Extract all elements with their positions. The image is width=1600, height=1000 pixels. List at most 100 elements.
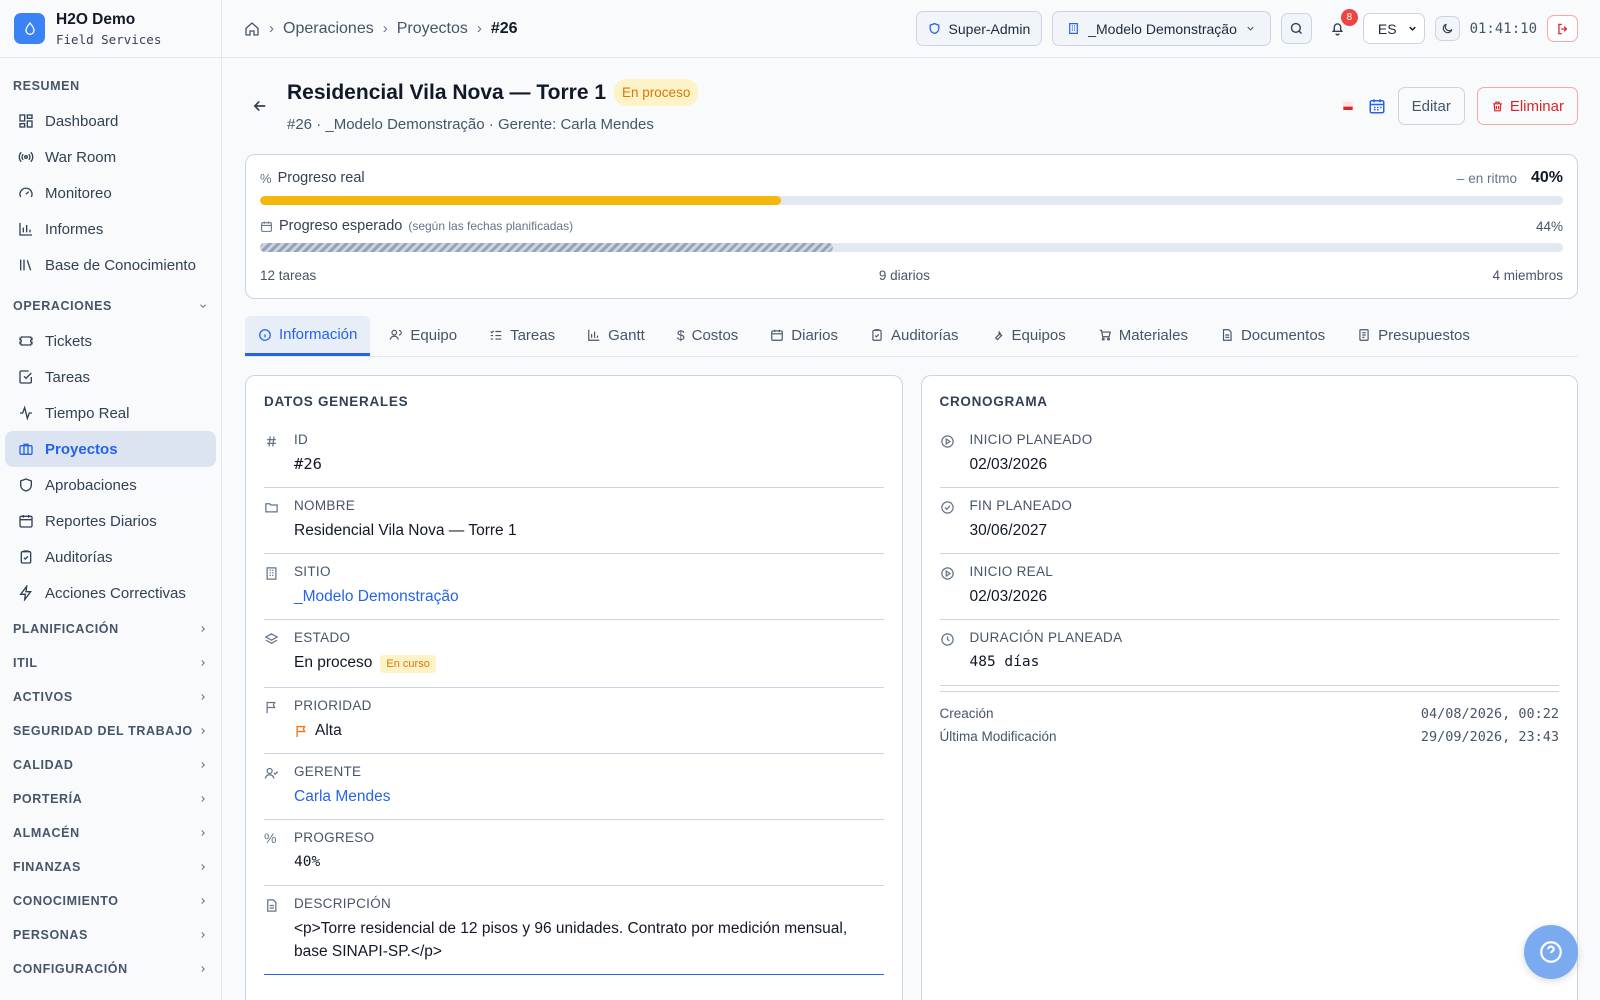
tab-presupuestos[interactable]: Presupuestos: [1344, 316, 1483, 356]
tab-costos[interactable]: $ Costos: [664, 316, 751, 356]
group-finanzas[interactable]: FINANZAS: [0, 850, 221, 884]
field-value: Residencial Vila Nova — Torre 1: [294, 522, 517, 539]
layers-icon: [264, 633, 279, 644]
sidebar-item-tareas[interactable]: Tareas: [5, 359, 216, 395]
tab-gantt[interactable]: Gantt: [574, 316, 658, 356]
chevron-right-icon: [201, 932, 205, 938]
site-link[interactable]: _Modelo Demonstração: [294, 585, 459, 608]
sidebar-item-war-room[interactable]: War Room: [5, 139, 216, 175]
search-button[interactable]: [1280, 13, 1312, 44]
sidebar-item-acciones-correctivas[interactable]: Acciones Correctivas: [5, 575, 216, 611]
flag-icon: [296, 725, 306, 738]
sidebar-item-dashboard[interactable]: Dashboard: [5, 103, 216, 139]
help-button[interactable]: [1524, 925, 1578, 979]
field-label: PROGRESO: [294, 830, 375, 845]
group-label: CALIDAD: [13, 758, 74, 772]
general-data-panel: DATOS GENERALES ID #26 NOMBRE Residencial …: [245, 375, 903, 1000]
field-prioridad: PRIORIDAD Alta: [264, 688, 884, 754]
breadcrumb-proyectos[interactable]: Proyectos: [397, 20, 468, 38]
delete-label: Eliminar: [1509, 97, 1564, 115]
meta-value: 29/09/2026, 23:43: [1420, 729, 1559, 745]
language-select[interactable]: ES: [1362, 13, 1425, 44]
breadcrumb-operaciones[interactable]: Operaciones: [283, 20, 374, 38]
chevron-right-icon: [201, 762, 205, 768]
real-progress-fill: [260, 196, 782, 205]
group-configuracion[interactable]: CONFIGURACIÓN: [0, 952, 221, 986]
sidebar-item-auditorias[interactable]: Auditorías: [5, 539, 216, 575]
clipboard-check-icon: [20, 550, 32, 564]
sidebar-item-label: Reportes Diarios: [45, 512, 157, 530]
delete-button[interactable]: Eliminar: [1476, 87, 1578, 125]
brand[interactable]: H2O Demo Field Services: [0, 0, 221, 58]
group-personas[interactable]: PERSONAS: [0, 918, 221, 952]
chevron-down-icon: [200, 304, 206, 308]
trash-icon: [1492, 101, 1502, 111]
field-value: <p>Torre residencial de 12 pisos y 96 un…: [294, 920, 848, 960]
group-calidad[interactable]: CALIDAD: [0, 748, 221, 782]
field-label: INICIO PLANEADO: [969, 432, 1093, 447]
notifications-button[interactable]: 8: [1322, 9, 1358, 44]
group-conocimiento[interactable]: CONOCIMIENTO: [0, 884, 221, 918]
sidebar-item-label: Informes: [45, 220, 104, 238]
chevron-right-icon: [201, 660, 205, 666]
group-label: ITIL: [13, 656, 38, 670]
calendar-export-icon[interactable]: [1368, 97, 1386, 115]
real-progress-bar: [260, 196, 1563, 205]
tab-equipos[interactable]: Equipos: [978, 316, 1079, 356]
tab-bar: Información Equipo Tareas Gantt $ Costos…: [245, 299, 1578, 357]
back-arrow-icon[interactable]: [251, 97, 269, 115]
sidebar-item-base-conocimiento[interactable]: Base de Conocimiento: [5, 247, 216, 283]
percent-icon: %: [264, 830, 277, 846]
tenant-selector[interactable]: _Modelo Demonstração: [1052, 11, 1271, 46]
zap-icon: [19, 585, 32, 601]
sidebar-item-monitoreo[interactable]: Monitoreo: [5, 175, 216, 211]
state-badge: En curso: [380, 655, 436, 673]
tab-diarios[interactable]: Diarios: [757, 316, 851, 356]
pdf-icon[interactable]: [1340, 98, 1356, 114]
sidebar-item-label: Proyectos: [45, 440, 118, 458]
group-itil[interactable]: ITIL: [0, 646, 221, 680]
sidebar-item-informes[interactable]: Informes: [5, 211, 216, 247]
real-progress-label: Progreso real: [277, 170, 365, 186]
sidebar-item-aprobaciones[interactable]: Aprobaciones: [5, 467, 216, 503]
gauge-icon: [19, 187, 33, 198]
tab-equipo[interactable]: Equipo: [376, 316, 470, 356]
theme-toggle-button[interactable]: [1434, 16, 1460, 41]
tab-auditorias[interactable]: Auditorías: [857, 316, 972, 356]
main-content: Residencial Vila Nova — Torre 1 En proce…: [222, 58, 1600, 1000]
file-text-icon: [267, 899, 277, 912]
status-badge: En proceso: [614, 79, 699, 106]
edit-button[interactable]: Editar: [1397, 87, 1465, 125]
group-planificacion[interactable]: PLANIFICACIÓN: [0, 612, 221, 646]
created-row: Creación 04/08/2026, 00:22: [940, 706, 1560, 722]
tab-materiales[interactable]: Materiales: [1085, 316, 1201, 356]
field-value: 485 días: [969, 654, 1040, 670]
logout-button[interactable]: [1547, 15, 1578, 42]
tab-informacion[interactable]: Información: [245, 316, 371, 356]
tab-tareas[interactable]: Tareas: [476, 316, 568, 356]
expected-progress-fill: [260, 243, 834, 252]
group-porteria[interactable]: PORTERÍA: [0, 782, 221, 816]
home-icon[interactable]: [244, 21, 260, 37]
modified-row: Última Modificación 29/09/2026, 23:43: [940, 729, 1560, 745]
help-circle-icon: [1540, 941, 1562, 963]
manager-link[interactable]: Carla Mendes: [294, 785, 391, 808]
group-activos[interactable]: ACTIVOS: [0, 680, 221, 714]
sidebar-item-reportes-diarios[interactable]: Reportes Diarios: [5, 503, 216, 539]
clipboard-check-icon: [872, 329, 882, 341]
sidebar-item-proyectos[interactable]: Proyectos: [5, 431, 216, 467]
tab-documentos[interactable]: Documentos: [1207, 316, 1338, 356]
group-almacen[interactable]: ALMACÉN: [0, 816, 221, 850]
group-seguridad[interactable]: SEGURIDAD DEL TRABAJO: [0, 714, 221, 748]
tab-label: Equipos: [1011, 326, 1066, 344]
calendar-icon: [771, 329, 784, 341]
section-operaciones[interactable]: OPERACIONES: [0, 289, 221, 323]
shield-icon: [20, 478, 32, 492]
ticket-icon: [19, 336, 33, 346]
sidebar-item-tickets[interactable]: Tickets: [5, 323, 216, 359]
sidebar-item-tiempo-real[interactable]: Tiempo Real: [5, 395, 216, 431]
clock-icon: [940, 633, 954, 646]
role-button[interactable]: Super-Admin: [915, 11, 1043, 46]
field-id: ID #26: [264, 422, 884, 488]
group-label: PERSONAS: [13, 928, 88, 942]
